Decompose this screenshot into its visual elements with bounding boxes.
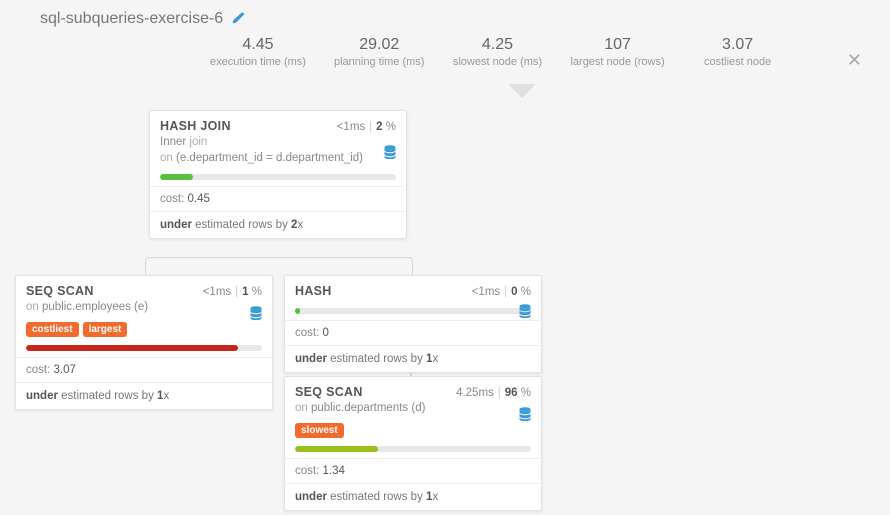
tag-largest: largest xyxy=(83,322,128,337)
node-tags: costliest largest xyxy=(16,320,272,341)
cost-line: cost: 3.07 xyxy=(16,358,272,382)
stat-label: largest node (rows) xyxy=(570,56,664,68)
database-icon xyxy=(519,407,531,424)
node-timing: 4.25ms|96 % xyxy=(456,387,531,399)
tag-slowest: slowest xyxy=(295,423,344,438)
node-title: SEQ SCAN xyxy=(26,284,94,298)
tag-costliest: costliest xyxy=(26,322,79,337)
cost-line: cost: 1.34 xyxy=(285,459,541,483)
stat-label: planning time (ms) xyxy=(334,56,424,68)
duration-bar xyxy=(160,174,396,180)
node-timing: <1ms|2 % xyxy=(337,121,396,133)
estimate-line: under estimated rows by 2x xyxy=(150,211,406,238)
estimate-line: under estimated rows by 1x xyxy=(16,382,272,409)
stat-execution-time: 4.45 execution time (ms) xyxy=(210,36,306,68)
stat-value: 3.07 xyxy=(722,36,753,54)
estimate-line: under estimated rows by 1x xyxy=(285,483,541,510)
stat-label: slowest node (ms) xyxy=(453,56,542,68)
cost-line: cost: 0 xyxy=(285,321,541,345)
stat-costliest-node: 3.07 costliest node xyxy=(693,36,783,68)
database-icon xyxy=(519,304,531,321)
page-title: sql-subqueries-exercise-6 xyxy=(40,10,223,28)
plan-node-hash-join[interactable]: HASH JOIN <1ms|2 % Inner join on (e.depa… xyxy=(149,110,407,239)
title-bar: sql-subqueries-exercise-6 xyxy=(0,0,890,32)
database-icon xyxy=(384,145,396,162)
node-timing: <1ms|1 % xyxy=(203,286,262,298)
database-icon xyxy=(250,306,262,323)
connector xyxy=(145,257,413,277)
plan-node-hash[interactable]: HASH <1ms|0 % cost: 0 under estimated ro… xyxy=(284,275,542,373)
node-timing: <1ms|0 % xyxy=(472,286,531,298)
close-icon[interactable]: ✕ xyxy=(847,50,862,71)
edit-title-icon[interactable] xyxy=(231,11,245,28)
stat-value: 4.25 xyxy=(482,36,513,54)
cost-line: cost: 0.45 xyxy=(150,187,406,211)
collapse-stats-icon[interactable] xyxy=(508,84,536,98)
stat-value: 107 xyxy=(604,36,631,54)
node-subtitle: Inner join on (e.department_id = d.depar… xyxy=(150,135,406,170)
node-subtitle: on public.employees (e) xyxy=(16,300,272,320)
node-tags: slowest xyxy=(285,421,541,442)
plan-node-seq-scan-employees[interactable]: SEQ SCAN <1ms|1 % on public.employees (e… xyxy=(15,275,273,410)
node-title: SEQ SCAN xyxy=(295,385,363,399)
node-title: HASH xyxy=(295,284,332,298)
duration-bar xyxy=(295,308,531,314)
stat-label: costliest node xyxy=(704,56,771,68)
stat-value: 29.02 xyxy=(359,36,399,54)
duration-bar xyxy=(26,345,262,351)
node-subtitle: on public.departments (d) xyxy=(285,401,541,421)
node-title: HASH JOIN xyxy=(160,119,231,133)
stat-slowest-node: 4.25 slowest node (ms) xyxy=(452,36,542,68)
plan-node-seq-scan-departments[interactable]: SEQ SCAN 4.25ms|96 % on public.departmen… xyxy=(284,376,542,511)
estimate-line: under estimated rows by 1x xyxy=(285,345,541,372)
stat-value: 4.45 xyxy=(242,36,273,54)
duration-bar xyxy=(295,446,531,452)
stats-row: 4.45 execution time (ms) 29.02 planning … xyxy=(210,36,783,68)
stat-planning-time: 29.02 planning time (ms) xyxy=(334,36,424,68)
stat-label: execution time (ms) xyxy=(210,56,306,68)
stat-largest-node: 107 largest node (rows) xyxy=(570,36,664,68)
